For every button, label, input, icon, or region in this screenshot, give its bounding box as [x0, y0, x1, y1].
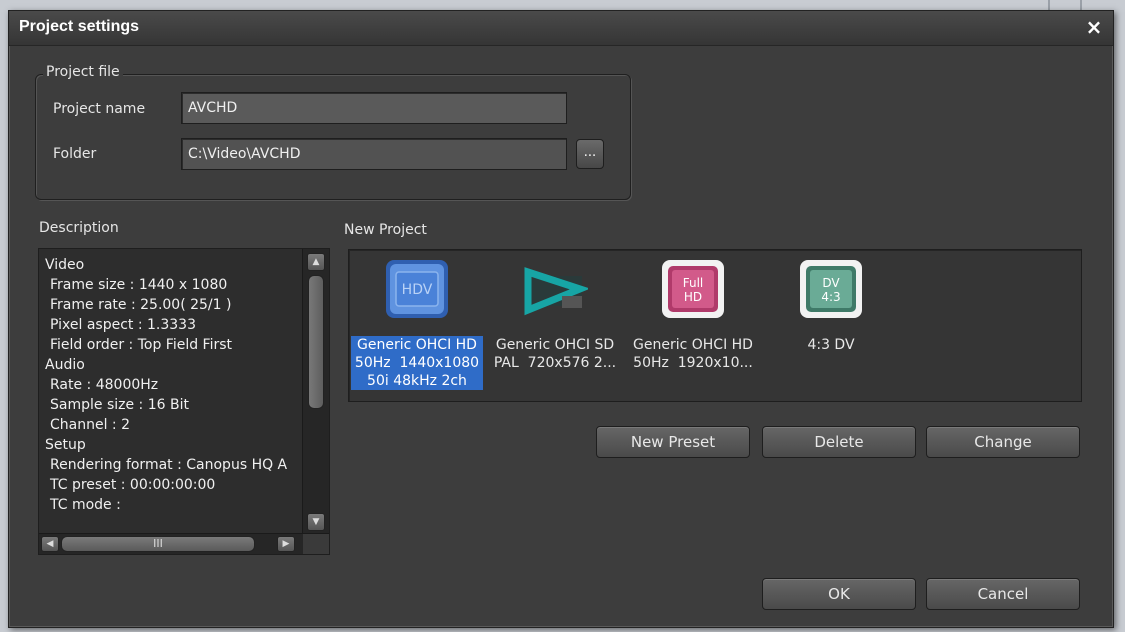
browse-folder-button[interactable]: ... — [576, 139, 604, 169]
description-horizontal-scrollbar[interactable]: ◀ III ▶ — [39, 533, 329, 554]
dialog-title: Project settings — [19, 18, 140, 35]
preset-caption-sd: Generic OHCI SD PAL 720x576 2... — [493, 337, 617, 371]
sd-play-icon — [524, 267, 588, 316]
scroll-right-arrow-icon[interactable]: ▶ — [277, 536, 295, 552]
new-preset-button[interactable]: New Preset — [596, 426, 750, 458]
preset-caption-full-hd: Generic OHCI HD 50Hz 1920x10... — [633, 337, 753, 371]
preset-item-full-hd[interactable]: Full HD Generic OHCI HD 50Hz 1920x10... — [625, 250, 761, 402]
description-line: Audio — [45, 357, 85, 373]
preset-list: HDV Generic OHCI HD 50Hz 1440x1080 50i 4… — [348, 249, 1082, 402]
horizontal-scroll-thumb[interactable]: III — [61, 536, 255, 552]
full-hd-icon: Full HD — [662, 260, 724, 318]
description-line: TC preset : 00:00:00:00 — [50, 477, 216, 493]
project-name-label: Project name — [53, 101, 146, 117]
scroll-up-arrow-icon[interactable]: ▲ — [307, 253, 325, 271]
description-line: Setup — [45, 437, 86, 453]
delete-button[interactable]: Delete — [762, 426, 916, 458]
close-button[interactable]: × — [1083, 16, 1105, 38]
description-line: Video — [45, 257, 85, 273]
preset-item-dv[interactable]: DV 4:3 4:3 DV — [763, 250, 899, 402]
scroll-down-arrow-icon[interactable]: ▼ — [307, 513, 325, 531]
project-settings-dialog: Project settings × Project file Project … — [8, 10, 1114, 628]
description-line: TC mode : — [50, 497, 121, 513]
description-line: Sample size : 16 Bit — [50, 397, 189, 413]
description-vertical-scrollbar[interactable]: ▲ ▼ — [302, 249, 329, 535]
hdv-icon: HDV — [386, 260, 448, 318]
description-text: Video Frame size : 1440 x 1080 Frame rate … — [45, 255, 303, 515]
description-line: Field order : Top Field First — [50, 337, 233, 353]
svg-text:HD: HD — [684, 290, 702, 304]
scroll-left-arrow-icon[interactable]: ◀ — [41, 536, 59, 552]
project-name-field[interactable]: AVCHD — [181, 92, 567, 124]
description-line: Pixel aspect : 1.3333 — [50, 317, 196, 333]
title-bar[interactable]: Project settings × — [9, 11, 1113, 46]
svg-text:DV: DV — [822, 276, 840, 290]
preset-caption-hdv: Generic OHCI HD 50Hz 1440x1080 50i 48kHz… — [351, 336, 483, 390]
folder-label: Folder — [53, 146, 97, 162]
description-line: Frame rate : 25.00( 25/1 ) — [50, 297, 232, 313]
description-line: Rendering format : Canopus HQ A — [50, 457, 288, 473]
ok-button[interactable]: OK — [762, 578, 916, 610]
scrollbar-corner — [303, 534, 329, 554]
hdv-badge-text: HDV — [402, 282, 433, 298]
description-panel[interactable]: Video Frame size : 1440 x 1080 Frame rate … — [38, 248, 330, 555]
preset-item-sd[interactable]: Generic OHCI SD PAL 720x576 2... — [487, 250, 623, 402]
description-line: Channel : 2 — [50, 417, 131, 433]
folder-field[interactable]: C:\Video\AVCHD — [181, 138, 567, 170]
preset-caption-dv: 4:3 DV — [807, 337, 855, 353]
vertical-scroll-thumb[interactable] — [308, 275, 324, 409]
description-label: Description — [39, 220, 119, 236]
description-line: Rate : 48000Hz — [50, 377, 159, 393]
change-button[interactable]: Change — [926, 426, 1080, 458]
preset-item-hdv[interactable]: HDV Generic OHCI HD 50Hz 1440x1080 50i 4… — [349, 250, 485, 402]
svg-text:Full: Full — [683, 276, 704, 290]
cancel-button[interactable]: Cancel — [926, 578, 1080, 610]
project-file-legend: Project file — [43, 64, 123, 80]
svg-text:4:3: 4:3 — [821, 290, 840, 304]
dv-4-3-icon: DV 4:3 — [800, 260, 862, 318]
new-project-label: New Project — [344, 222, 427, 238]
description-line: Frame size : 1440 x 1080 — [50, 277, 228, 293]
